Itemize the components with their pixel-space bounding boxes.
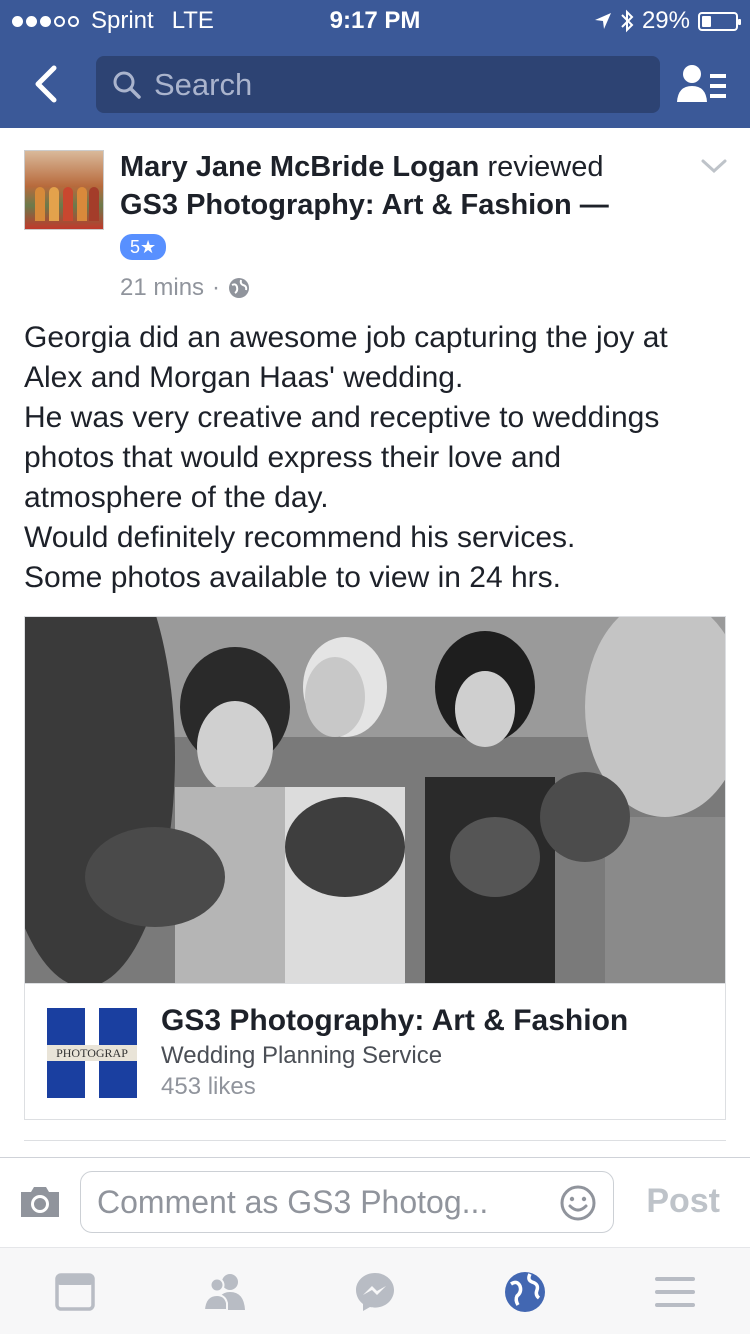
cover-photo[interactable] [25, 617, 725, 983]
wedding-photo-image [25, 617, 725, 983]
tab-news-feed[interactable] [53, 1270, 97, 1314]
camera-icon[interactable] [18, 1184, 62, 1220]
friends-icon [202, 1274, 245, 1311]
tab-bar [0, 1247, 750, 1334]
post-comment-button[interactable]: Post [646, 1182, 720, 1221]
messenger-icon [356, 1273, 394, 1311]
bluetooth-icon [621, 9, 634, 33]
post-body-line: Georgia did an awesome job capturing the… [24, 321, 668, 354]
back-button[interactable] [22, 58, 68, 110]
post-headline: Mary Jane McBride Logan reviewed GS3 Pho… [120, 148, 690, 224]
post-timestamp[interactable]: 21 mins [120, 274, 204, 302]
action-label: reviewed [487, 151, 604, 183]
post-meta: 21 mins · [120, 274, 250, 302]
news-feed-icon [55, 1273, 95, 1311]
author-avatar[interactable] [24, 150, 104, 230]
headline-separator: — [579, 189, 609, 221]
battery-icon [698, 11, 741, 31]
page-likes-count: 453 likes [161, 1073, 256, 1100]
status-bar: Sprint LTE 9:17 PM 29% [0, 0, 750, 40]
page-attachment-card[interactable]: PHOTOGRAP GS3 Photography: Art & Fashion… [24, 616, 726, 1120]
comment-placeholder: Comment as GS3 Photog... [97, 1183, 489, 1220]
search-input[interactable]: Search [96, 56, 660, 113]
menu-icon [655, 1277, 695, 1307]
post-body-line: Some photos available to view in 24 hrs. [24, 561, 561, 594]
author-name-link[interactable]: Mary Jane McBride Logan [120, 151, 479, 183]
battery-fill [702, 15, 711, 27]
page-info: PHOTOGRAP GS3 Photography: Art & Fashion… [25, 983, 725, 1119]
reviewed-page-link[interactable]: GS3 Photography: Art & Fashion [120, 189, 572, 221]
post-body-line: photos that would express their love and [24, 441, 561, 474]
tab-notifications[interactable] [503, 1270, 547, 1314]
search-icon [113, 71, 141, 99]
status-right: 29% [594, 7, 741, 35]
post-body-line: Alex and Morgan Haas' wedding. [24, 361, 464, 394]
globe-icon [229, 278, 250, 298]
post-body-line: atmosphere of the day. [24, 481, 329, 514]
page-thumbnail[interactable]: PHOTOGRAP [47, 1008, 137, 1098]
search-placeholder: Search [154, 66, 253, 102]
chevron-down-icon[interactable] [700, 156, 728, 176]
page-thumbnail-label: PHOTOGRAP [47, 1045, 137, 1061]
nav-bar: Search [0, 40, 750, 128]
friend-requests-icon [677, 65, 726, 102]
emoji-icon[interactable] [559, 1184, 597, 1222]
post-body-line: Would definitely recommend his services. [24, 521, 576, 554]
tab-friends[interactable] [202, 1270, 247, 1314]
comment-input[interactable]: Comment as GS3 Photog... [80, 1171, 614, 1233]
chevron-left-icon [35, 65, 57, 103]
top-bar: Sprint LTE 9:17 PM 29% Search [0, 0, 750, 128]
page-category: Wedding Planning Service [161, 1042, 443, 1069]
post-body: Georgia did an awesome job capturing the… [24, 318, 734, 598]
meta-dot: · [212, 274, 221, 301]
friend-requests-button[interactable] [676, 62, 728, 108]
comment-bar: Comment as GS3 Photog... Post [0, 1157, 750, 1247]
globe-icon [505, 1272, 545, 1312]
divider [24, 1140, 726, 1141]
location-arrow-icon [594, 13, 611, 29]
battery-percent: 29% [641, 7, 690, 34]
rating-badge: 5★ [120, 234, 167, 260]
post-body-line: He was very creative and receptive to we… [24, 401, 660, 434]
tab-messenger[interactable] [353, 1270, 397, 1314]
tab-more[interactable] [653, 1270, 697, 1314]
page-name-link[interactable]: GS3 Photography: Art & Fashion [161, 1004, 628, 1038]
